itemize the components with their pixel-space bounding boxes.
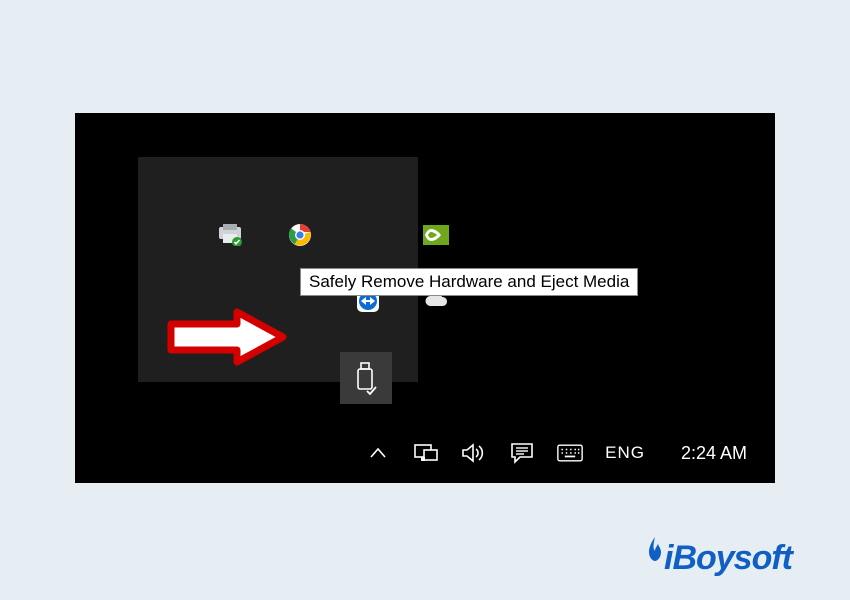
taskbar: ENG 2:24 AM — [75, 423, 775, 483]
screenshot-region: Safely Remove Hardware and Eject Media — [75, 113, 775, 483]
chrome-icon[interactable] — [286, 221, 314, 249]
touch-keyboard-icon[interactable] — [557, 440, 583, 466]
clock[interactable]: 2:24 AM — [681, 443, 747, 464]
action-center-icon[interactable] — [509, 440, 535, 466]
flame-icon — [646, 537, 664, 570]
nvidia-icon[interactable] — [422, 221, 450, 249]
watermark-logo: iBoysoft — [646, 539, 792, 578]
printer-status-icon[interactable] — [216, 221, 244, 249]
volume-icon[interactable] — [461, 440, 487, 466]
language-indicator[interactable]: ENG — [605, 443, 645, 463]
annotation-arrow — [167, 308, 287, 366]
tooltip-safely-remove: Safely Remove Hardware and Eject Media — [300, 268, 638, 296]
safely-remove-hardware-icon[interactable] — [340, 352, 392, 404]
network-icon[interactable] — [413, 440, 439, 466]
show-hidden-icons-chevron[interactable] — [365, 440, 391, 466]
